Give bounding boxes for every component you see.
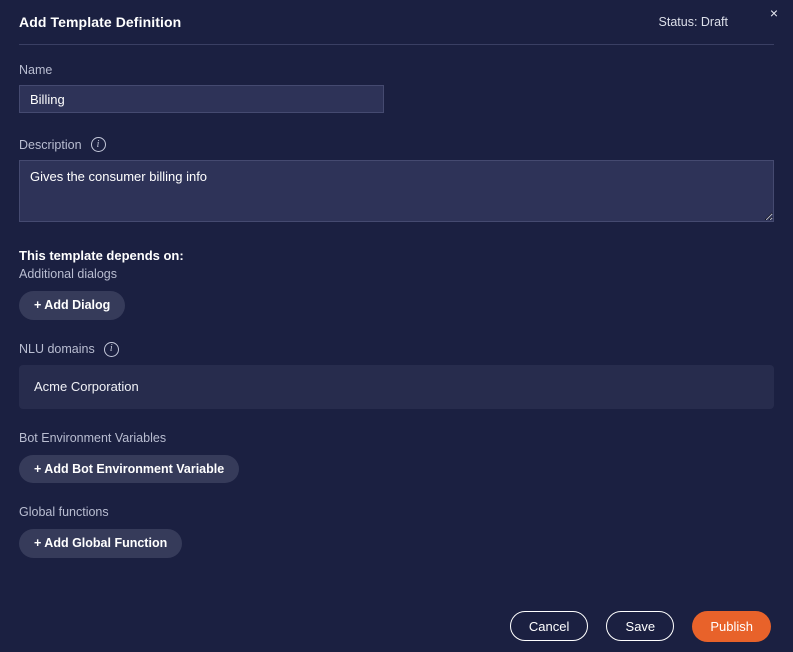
- name-field-group: Name: [19, 63, 774, 113]
- description-field-group: Description i: [19, 137, 774, 222]
- status-badge: Status: Draft: [658, 15, 728, 29]
- name-label: Name: [19, 63, 774, 77]
- description-textarea[interactable]: [19, 160, 774, 222]
- save-button[interactable]: Save: [606, 611, 675, 641]
- dependencies-heading: This template depends on:: [19, 248, 184, 263]
- close-icon[interactable]: ×: [765, 4, 783, 22]
- nlu-domains-value-panel[interactable]: Acme Corporation: [19, 364, 774, 409]
- name-label-text: Name: [19, 63, 53, 77]
- publish-button[interactable]: Publish: [692, 610, 771, 642]
- description-label-text: Description: [19, 137, 82, 152]
- bot-environment-variables-label: Bot Environment Variables: [19, 430, 167, 445]
- add-bot-environment-variable-button[interactable]: + Add Bot Environment Variable: [19, 454, 240, 483]
- nlu-domains-label: NLU domains i: [19, 341, 774, 357]
- nlu-domains-value: Acme Corporation: [34, 379, 139, 394]
- info-icon[interactable]: i: [103, 341, 119, 357]
- info-icon[interactable]: i: [90, 137, 106, 152]
- description-label: Description i: [19, 137, 774, 152]
- add-dialog-button[interactable]: + Add Dialog: [19, 291, 126, 320]
- global-functions-group: Global functions + Add Global Function: [19, 505, 774, 558]
- name-input[interactable]: [19, 85, 384, 113]
- additional-dialogs-group: Additional dialogs + Add Dialog: [19, 267, 774, 320]
- add-global-function-button[interactable]: + Add Global Function: [19, 529, 183, 558]
- nlu-domains-label-text: NLU domains: [19, 342, 95, 356]
- page-title: Add Template Definition: [19, 14, 182, 30]
- dialog-body: Name Description i This template depends…: [0, 45, 793, 558]
- nlu-domains-group: NLU domains i Acme Corporation: [19, 341, 774, 409]
- cancel-button[interactable]: Cancel: [509, 611, 589, 641]
- bot-environment-variables-group: Bot Environment Variables + Add Bot Envi…: [19, 430, 774, 483]
- global-functions-label: Global functions: [19, 505, 109, 519]
- dialog-header: Add Template Definition Status: Draft ×: [0, 0, 793, 44]
- additional-dialogs-label: Additional dialogs: [19, 267, 117, 281]
- dialog-footer: Cancel Save Publish: [0, 600, 793, 652]
